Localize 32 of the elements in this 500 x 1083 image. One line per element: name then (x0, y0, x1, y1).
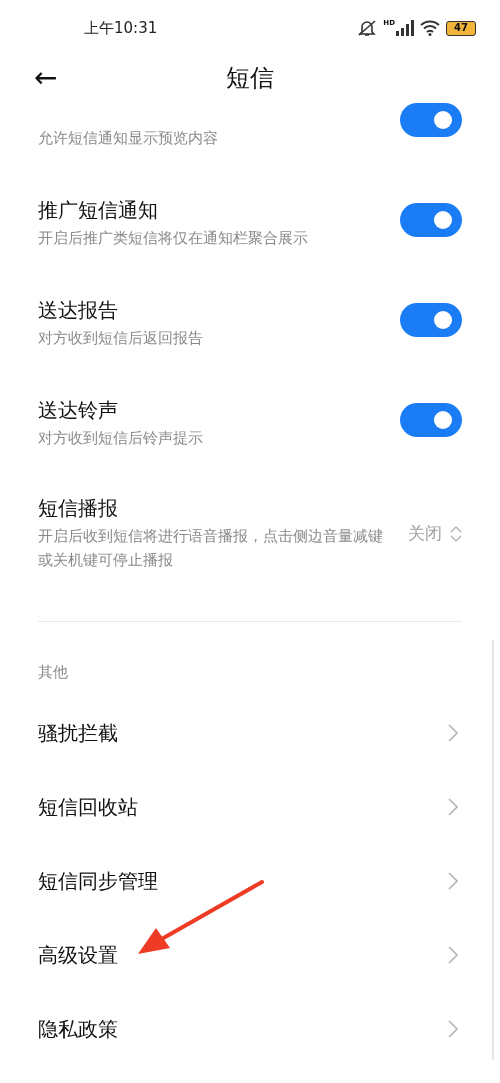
chevron-right-icon (448, 872, 458, 890)
wifi-icon (420, 20, 440, 36)
up-down-chevron-icon (450, 524, 462, 543)
section-header: 其他 (38, 663, 68, 681)
signal-icon (396, 20, 414, 36)
setting-title: 送达报告 (38, 297, 119, 324)
toggle-switch[interactable] (400, 303, 462, 337)
chevron-right-icon (448, 1020, 458, 1038)
setting-title: 推广短信通知 (38, 197, 159, 224)
chevron-right-icon (448, 798, 458, 816)
settings-item[interactable]: 短信回收站 (38, 770, 462, 844)
status-time: 上午10:31 (84, 17, 158, 39)
settings-item[interactable]: 隐私政策 (38, 992, 462, 1066)
toggle-switch[interactable] (400, 403, 462, 437)
back-button[interactable]: ← (34, 64, 58, 92)
chevron-right-icon (448, 724, 458, 742)
setting-description: 允许短信通知显示预览内容 (38, 128, 218, 149)
setting-title: 短信播报 (38, 495, 119, 522)
setting-description: 开启后推广类短信将仅在通知栏聚合展示 (38, 228, 308, 249)
chevron-right-icon (448, 946, 458, 964)
toggle-switch[interactable] (400, 203, 462, 237)
settings-item[interactable]: 骚扰拦截 (38, 696, 462, 770)
settings-item[interactable]: 短信同步管理 (38, 844, 462, 918)
setting-description: 对方收到短信后铃声提示 (38, 428, 203, 449)
mute-bell-icon (357, 19, 378, 37)
battery-indicator: 47 (446, 20, 476, 36)
page-title: 短信 (226, 63, 274, 94)
setting-title: 送达铃声 (38, 397, 119, 424)
toggle-switch[interactable] (400, 103, 462, 137)
setting-description: 对方收到短信后返回报告 (38, 328, 203, 349)
settings-item[interactable]: 高级设置 (38, 918, 462, 992)
setting-description: 开启后收到短信将进行语音播报，点击侧边音量减键或关机键可停止播报 (38, 526, 384, 571)
